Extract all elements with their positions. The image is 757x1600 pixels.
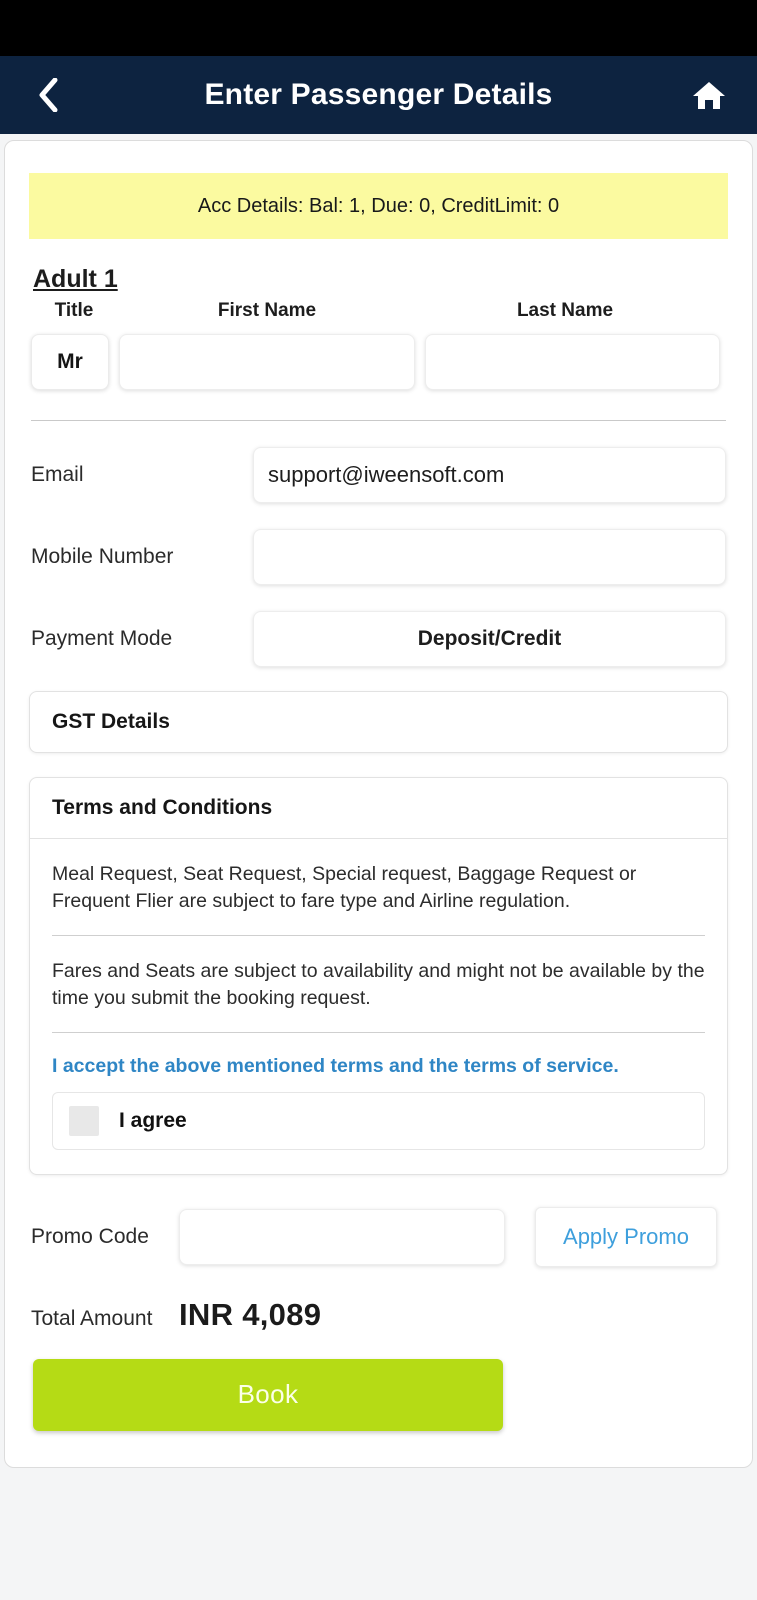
booking-card: Acc Details: Bal: 1, Due: 0, CreditLimit…: [4, 140, 753, 1468]
email-row: Email support@iweensoft.com: [5, 447, 752, 503]
payment-mode-label: Payment Mode: [31, 627, 173, 650]
last-name-input[interactable]: [425, 334, 720, 390]
passenger-heading: Adult 1: [33, 265, 118, 293]
total-amount-value: INR 4,089: [179, 1296, 322, 1332]
total-amount-row: Total Amount INR 4,089: [5, 1297, 752, 1333]
mobile-row: Mobile Number: [5, 529, 752, 585]
account-details-text: Acc Details: Bal: 1, Due: 0, CreditLimit…: [197, 194, 560, 217]
promo-code-input[interactable]: [179, 1208, 505, 1265]
email-label: Email: [31, 463, 84, 486]
email-input[interactable]: support@iweensoft.com: [253, 447, 726, 503]
gst-details-header: GST Details: [52, 710, 170, 733]
home-button[interactable]: [687, 73, 731, 117]
title-label: Title: [54, 300, 94, 321]
name-labels-row: Title First Name Last Name: [5, 300, 752, 322]
terms-body: Meal Request, Seat Request, Special requ…: [30, 839, 727, 1150]
mobile-input[interactable]: [253, 529, 726, 585]
account-details-banner: Acc Details: Bal: 1, Due: 0, CreditLimit…: [29, 173, 728, 239]
name-inputs-row: Mr: [5, 334, 752, 390]
home-icon: [693, 82, 725, 109]
book-button[interactable]: Book: [33, 1358, 503, 1431]
accept-terms-link[interactable]: I accept the above mentioned terms and t…: [52, 1033, 705, 1092]
back-button[interactable]: [26, 73, 70, 117]
status-bar: [0, 0, 757, 56]
total-amount-label: Total Amount: [31, 1306, 153, 1330]
page-body: Acc Details: Bal: 1, Due: 0, CreditLimit…: [0, 134, 757, 1600]
app-header: Enter Passenger Details: [0, 56, 757, 134]
agree-checkbox[interactable]: [69, 1105, 99, 1136]
gst-details-panel[interactable]: GST Details: [29, 691, 728, 753]
first-name-label: First Name: [217, 300, 317, 321]
apply-promo-button[interactable]: Apply Promo: [535, 1206, 717, 1267]
payment-mode-row: Payment Mode Deposit/Credit: [5, 611, 752, 667]
terms-header: Terms and Conditions: [30, 778, 727, 839]
title-select[interactable]: Mr: [31, 334, 109, 390]
terms-paragraph: Fares and Seats are subject to availabil…: [52, 959, 705, 1009]
passenger-section: Adult 1 Title First Name Last Name Mr: [5, 239, 752, 390]
first-name-input[interactable]: [119, 334, 415, 390]
last-name-label: Last Name: [516, 300, 614, 321]
promo-code-label: Promo Code: [31, 1224, 149, 1248]
page-title: Enter Passenger Details: [204, 78, 553, 111]
terms-panel: Terms and Conditions Meal Request, Seat …: [29, 777, 728, 1175]
agree-checkbox-row[interactable]: I agree: [52, 1091, 705, 1150]
promo-code-row: Promo Code Apply Promo: [5, 1206, 752, 1267]
chevron-left-icon: [39, 78, 58, 112]
agree-label: I agree: [119, 1108, 187, 1132]
section-divider: [31, 420, 726, 421]
terms-paragraph: Meal Request, Seat Request, Special requ…: [52, 863, 637, 912]
payment-mode-select[interactable]: Deposit/Credit: [253, 611, 726, 667]
mobile-label: Mobile Number: [31, 545, 174, 568]
